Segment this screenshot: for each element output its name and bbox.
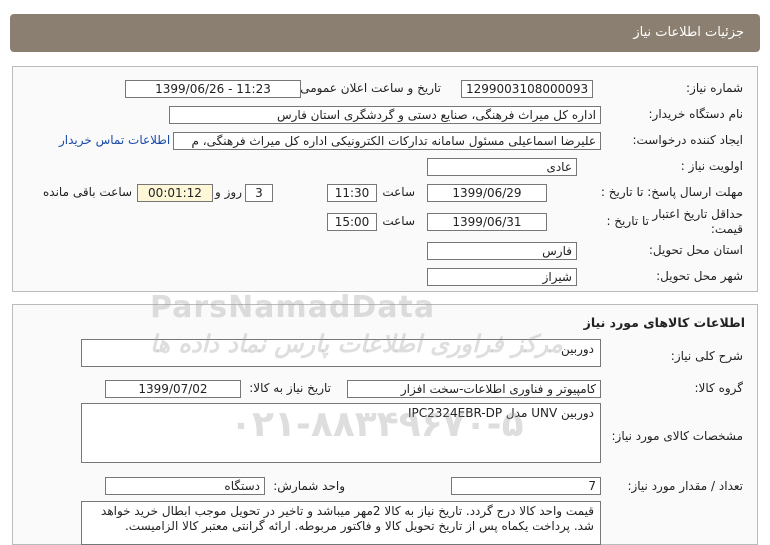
reply-time-label: ساعت: [382, 185, 415, 199]
need-description-label: شرح کلی نیاز:: [670, 349, 743, 363]
reply-deadline-label: مهلت ارسال پاسخ: تا تاریخ :: [600, 185, 743, 199]
quantity-field: 7: [451, 477, 601, 495]
validity-label: حداقل تاریخ اعتبار: [652, 207, 743, 221]
unit-label: واحد شمارش:: [273, 479, 345, 493]
city-label: شهر محل تحویل:: [656, 269, 743, 283]
buyer-field: اداره کل میراث فرهنگی، صنایع دستی و گردش…: [169, 106, 601, 124]
creator-field: علیرضا اسماعیلی مسئول سامانه تدارکات الک…: [173, 132, 601, 150]
announce-label: تاریخ و ساعت اعلان عمومی:: [296, 81, 441, 95]
need-date-label: تاریخ نیاز به کالا:: [249, 381, 331, 395]
page-header: جزئیات اطلاعات نیاز: [10, 14, 760, 52]
need-number-label: شماره نیاز:: [686, 81, 743, 95]
validity-to-label: تا تاریخ :: [606, 214, 649, 228]
need-date-field: 1399/07/02: [105, 380, 241, 398]
goods-notes-box: قیمت واحد کالا درج گردد. تاریخ نیاز به ک…: [81, 501, 601, 545]
need-description-box: دوربین: [81, 339, 601, 367]
reply-date-field: 1399/06/29: [427, 184, 547, 202]
quantity-label: تعداد / مقدار مورد نیاز:: [627, 479, 743, 493]
announce-field: 1399/06/26 - 11:23: [125, 80, 301, 98]
priority-field: عادی: [427, 158, 577, 176]
creator-label: ایجاد کننده درخواست:: [632, 133, 743, 147]
buyer-label: نام دستگاه خریدار:: [648, 107, 744, 121]
page-title: جزئیات اطلاعات نیاز: [633, 25, 744, 40]
goods-group-label: گروه کالا:: [694, 381, 744, 395]
validity-time-field: 15:00: [327, 213, 377, 231]
days-label: روز و: [215, 185, 242, 199]
validity-label-2: قیمت:: [710, 222, 743, 236]
days-field: 3: [245, 184, 273, 202]
validity-time-label: ساعت: [382, 214, 415, 228]
goods-section: اطلاعات کالاهای مورد نیاز شرح کلی نیاز: …: [12, 304, 758, 545]
province-label: استان محل تحویل:: [648, 243, 743, 257]
goods-spec-label: مشخصات کالای مورد نیاز:: [611, 429, 743, 443]
need-number-field: 1299003108000093: [461, 80, 593, 98]
validity-date-field: 1399/06/31: [427, 213, 547, 231]
buyer-contact-link[interactable]: اطلاعات تماس خریدار: [59, 133, 170, 147]
priority-label: اولویت نیاز :: [680, 159, 743, 173]
goods-section-title: اطلاعات کالاهای مورد نیاز: [583, 315, 745, 330]
remaining-label: ساعت باقی مانده: [43, 185, 133, 199]
goods-spec-box: دوربین UNV مدل IPC2324EBR-DP: [81, 403, 601, 463]
unit-field: دستگاه: [105, 477, 265, 495]
remaining-time-field: 00:01:12: [137, 184, 213, 202]
province-field: فارس: [427, 242, 577, 260]
reply-time-field: 11:30: [327, 184, 377, 202]
city-field: شیراز: [427, 268, 577, 286]
need-info-section: شماره نیاز: 1299003108000093 تاریخ و ساع…: [12, 66, 758, 292]
goods-group-field: کامپیوتر و فناوری اطلاعات-سخت افزار: [347, 380, 601, 398]
